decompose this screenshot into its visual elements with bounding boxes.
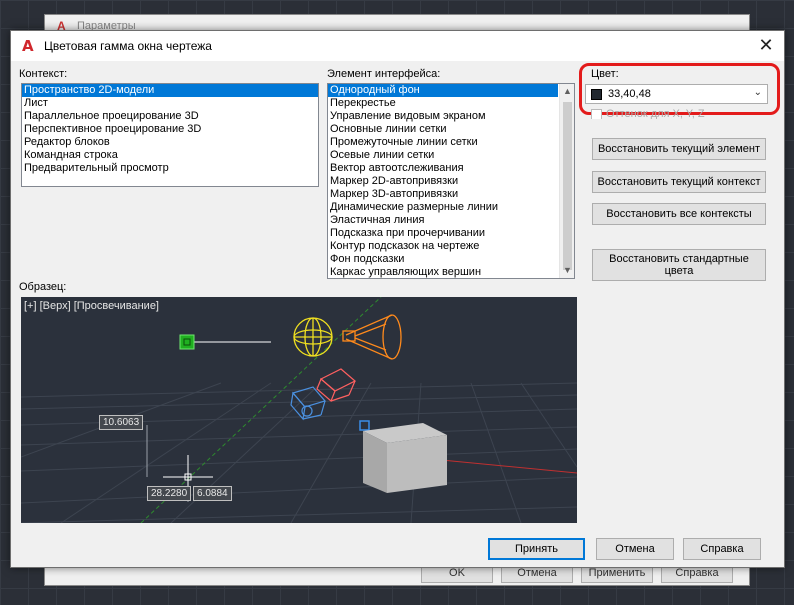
context-list-item[interactable]: Перспективное проецирование 3D bbox=[22, 123, 318, 136]
dialog-title: Цветовая гамма окна чертежа bbox=[44, 39, 212, 53]
interface-element-list-item[interactable]: Контур подсказок на чертеже bbox=[328, 240, 558, 253]
context-label: Контекст: bbox=[19, 68, 68, 80]
interface-element-listbox[interactable]: Однородный фон Перекрестье Управление видо… bbox=[327, 83, 575, 279]
scroll-down-icon[interactable]: ▼ bbox=[560, 263, 574, 278]
restore-context-button[interactable]: Восстановить текущий контекст bbox=[592, 171, 766, 193]
close-icon[interactable]: ✕ bbox=[756, 35, 776, 55]
interface-element-list-item[interactable]: Фон подсказки bbox=[328, 253, 558, 266]
preview-viewport: [+] [Верх] [Просвечивание] 10.6063 28.22… bbox=[21, 297, 577, 523]
dim-y-label: 6.0884 bbox=[193, 486, 232, 501]
interface-element-list-item[interactable]: Динамические размерные линии bbox=[328, 201, 558, 214]
context-list-item[interactable]: Параллельное проецирование 3D bbox=[22, 110, 318, 123]
light-bulb-sphere-icon bbox=[293, 317, 333, 357]
interface-element-list-item[interactable]: Маркер 2D-автопривязки bbox=[328, 175, 558, 188]
interface-element-list-item[interactable]: Основные линии сетки bbox=[328, 123, 558, 136]
help-button[interactable]: Справка bbox=[683, 538, 761, 560]
context-list-item[interactable]: Пространство 2D-модели bbox=[22, 84, 318, 97]
interface-element-list-item[interactable]: Маркер 3D-автопривязки bbox=[328, 188, 558, 201]
dim-length-label: 10.6063 bbox=[99, 415, 144, 430]
restore-element-button[interactable]: Восстановить текущий элемент bbox=[592, 138, 766, 160]
context-list-item[interactable]: Лист bbox=[22, 97, 318, 110]
context-list-item[interactable]: Командная строка bbox=[22, 149, 318, 162]
color-highlight-annotation bbox=[579, 63, 780, 115]
preview-scene bbox=[21, 297, 577, 523]
scroll-up-icon[interactable]: ▲ bbox=[560, 84, 574, 99]
spotlight-icon bbox=[342, 314, 402, 360]
perspective-grid bbox=[21, 382, 577, 523]
interface-element-scrollbar[interactable]: ▲ ▼ bbox=[559, 84, 574, 278]
red-axis bbox=[430, 458, 577, 474]
grey-cube bbox=[363, 423, 447, 493]
dim-x-label: 28.2280 bbox=[147, 486, 192, 501]
restore-all-button[interactable]: Восстановить все контексты bbox=[592, 203, 766, 225]
xyz-tint-checkbox[interactable] bbox=[591, 109, 602, 119]
camera-red-icon bbox=[316, 368, 357, 403]
restore-default-colors-button[interactable]: Восстановить стандартные цвета bbox=[592, 249, 766, 281]
blue-marker-icon bbox=[359, 420, 370, 431]
interface-element-list-item[interactable]: Осевые линии сетки bbox=[328, 149, 558, 162]
context-list-item[interactable]: Предварительный просмотр bbox=[22, 162, 318, 175]
apply-button[interactable]: Принять bbox=[488, 538, 585, 560]
cancel-button[interactable]: Отмена bbox=[596, 538, 674, 560]
interface-element-list-item[interactable]: Однородный фон bbox=[328, 84, 558, 97]
xyz-tint-label: Оттенок для X, Y, Z bbox=[606, 109, 705, 119]
interface-element-list-item[interactable]: Управление видовым экраном bbox=[328, 110, 558, 123]
context-listbox[interactable]: Пространство 2D-модели Лист Параллельное п… bbox=[21, 83, 319, 187]
context-list-item[interactable]: Редактор блоков bbox=[22, 136, 318, 149]
interface-element-list-item[interactable]: Эластичная линия bbox=[328, 214, 558, 227]
xyz-tint-checkbox-row[interactable]: Оттенок для X, Y, Z bbox=[591, 109, 705, 119]
interface-element-list-item[interactable]: Промежуточные линии сетки bbox=[328, 136, 558, 149]
interface-element-list-item[interactable]: Подсказка при прочерчивании bbox=[328, 227, 558, 240]
drawing-window-colors-dialog: A Цветовая гамма окна чертежа ✕ Контекст… bbox=[10, 30, 785, 568]
interface-element-list-item[interactable]: Перекрестье bbox=[328, 97, 558, 110]
autocad-logo-icon: A bbox=[22, 37, 34, 55]
preview-label: Образец: bbox=[19, 281, 67, 293]
green-grip-icon bbox=[179, 334, 195, 350]
interface-element-list-item[interactable]: Вектор автоотслеживания bbox=[328, 162, 558, 175]
interface-element-list-item[interactable]: Каркас управляющих вершин bbox=[328, 266, 558, 278]
dialog-titlebar: A Цветовая гамма окна чертежа ✕ bbox=[11, 31, 784, 61]
scroll-thumb[interactable] bbox=[563, 102, 572, 270]
interface-element-label: Элемент интерфейса: bbox=[327, 68, 441, 80]
viewport-caption: [+] [Верх] [Просвечивание] bbox=[24, 300, 159, 312]
